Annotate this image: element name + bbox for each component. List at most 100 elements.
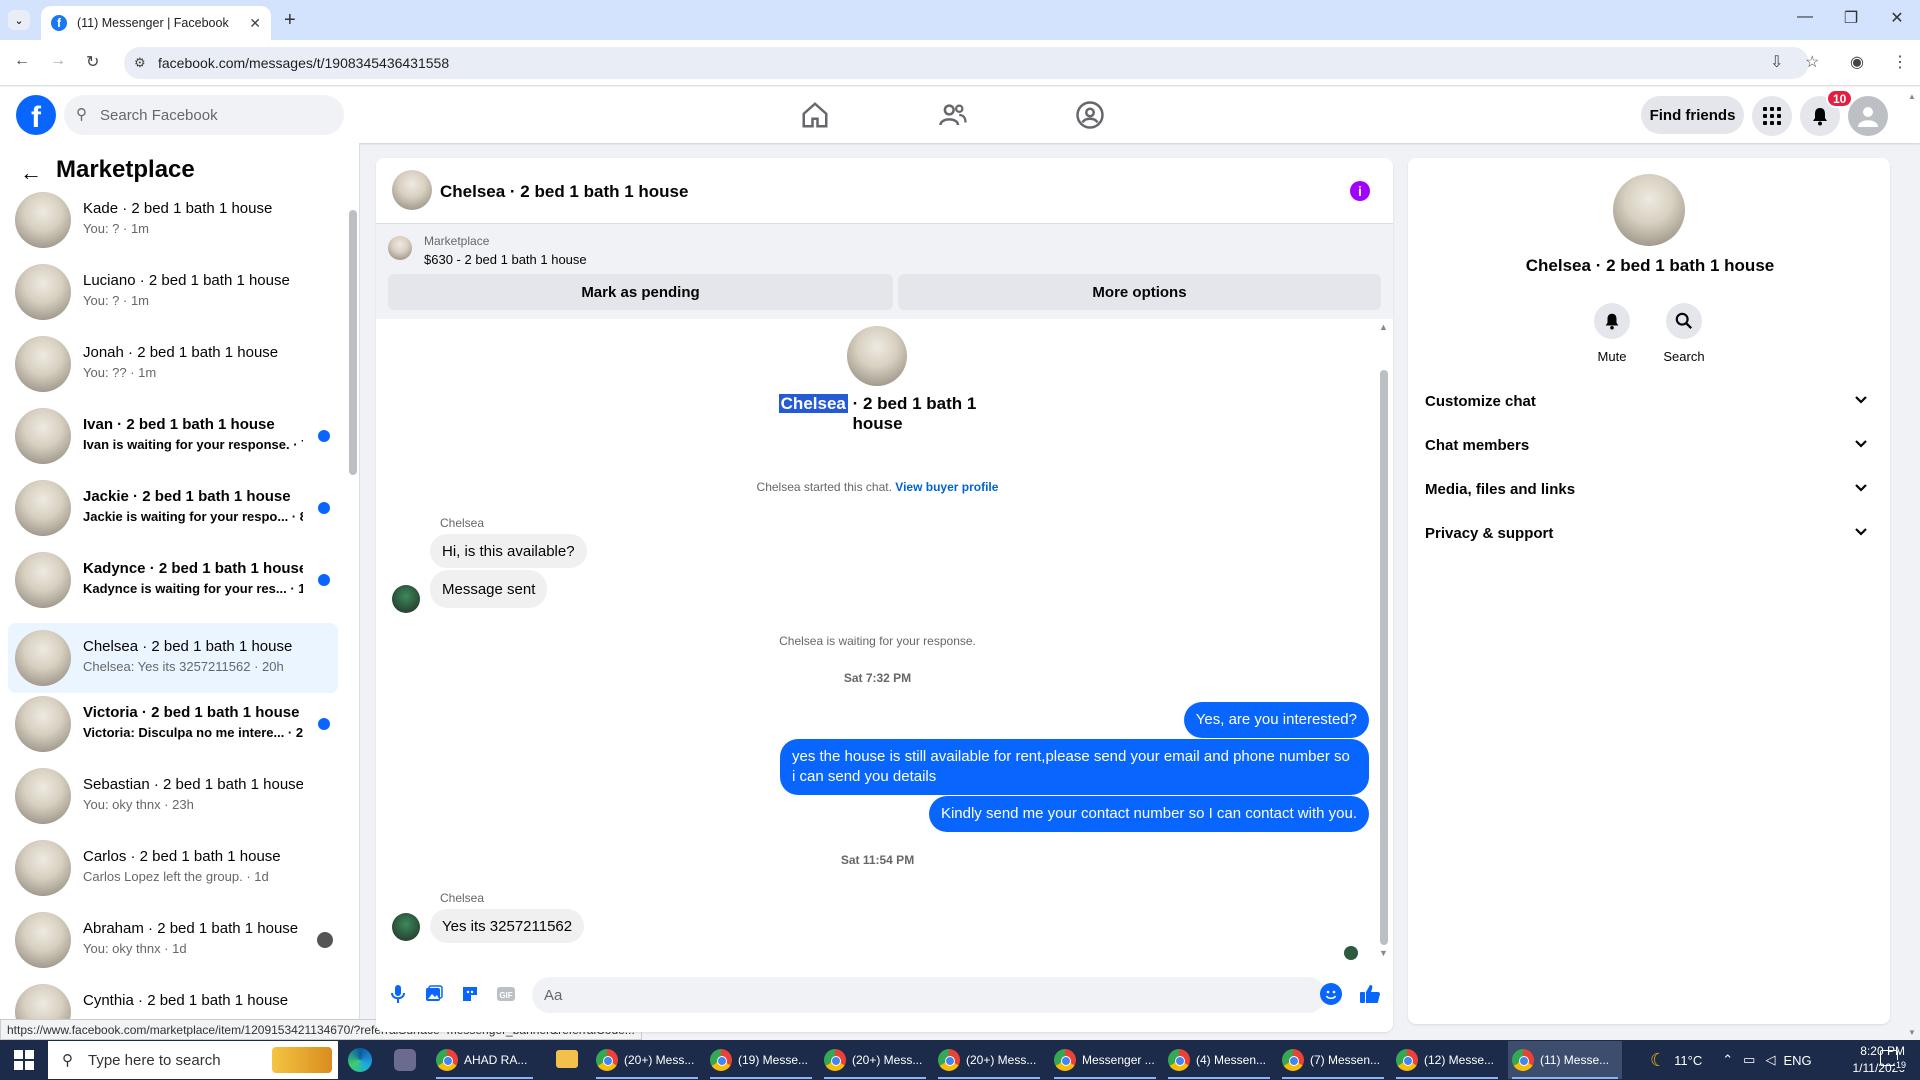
taskbar-app[interactable]: (20+) Mess... bbox=[820, 1041, 930, 1079]
conversation-item[interactable]: Ivan · 2 bed 1 bath 1 house Ivan is waiti… bbox=[8, 401, 338, 471]
sidebar-scrollbar[interactable] bbox=[349, 210, 357, 475]
message-bubble-outgoing[interactable]: yes the house is still available for ren… bbox=[780, 739, 1369, 795]
emoji-icon[interactable] bbox=[1320, 983, 1342, 1005]
sticker-icon[interactable] bbox=[459, 983, 481, 1005]
chat-header-avatar[interactable] bbox=[392, 170, 432, 210]
site-info-icon[interactable]: ⚙ bbox=[134, 55, 146, 71]
conversation-preview: You: oky thnx · 1d bbox=[83, 941, 187, 956]
conversation-item[interactable]: Victoria · 2 bed 1 bath 1 house Victoria:… bbox=[8, 689, 338, 759]
conversation-item[interactable]: Luciano · 2 bed 1 bath 1 house You: ? · 1… bbox=[8, 257, 338, 327]
back-arrow-icon[interactable]: ← bbox=[20, 160, 42, 186]
conversation-preview: Victoria: Disculpa no me intere... · 21h bbox=[83, 725, 303, 740]
taskbar-app[interactable]: (4) Messen... bbox=[1164, 1041, 1274, 1079]
mute-action[interactable]: Mute bbox=[1582, 303, 1642, 364]
chat-scrollbar[interactable] bbox=[1380, 370, 1388, 945]
windows-start-icon[interactable] bbox=[14, 1050, 34, 1070]
customize-chat-section[interactable]: Customize chat bbox=[1425, 383, 1880, 419]
message-bubble-incoming[interactable]: Message sent bbox=[430, 570, 548, 608]
forward-icon[interactable]: → bbox=[50, 52, 66, 70]
taskbar-app-label: (12) Messe... bbox=[1424, 1053, 1495, 1067]
conversation-name: Abraham · 2 bed 1 bath 1 house bbox=[83, 920, 299, 937]
taskbar-app[interactable]: (12) Messe... bbox=[1392, 1041, 1502, 1079]
network-icon[interactable]: ▭ bbox=[1743, 1052, 1755, 1068]
close-tab-icon[interactable]: ✕ bbox=[249, 15, 261, 32]
conversation-item[interactable]: Carlos · 2 bed 1 bath 1 house Carlos Lope… bbox=[8, 833, 338, 903]
volume-icon[interactable]: ◁ bbox=[1765, 1052, 1775, 1068]
tab-search-button[interactable]: ⌄ bbox=[8, 10, 30, 30]
taskbar-app-active[interactable]: (11) Messe... bbox=[1508, 1041, 1622, 1079]
file-explorer-icon[interactable] bbox=[556, 1050, 578, 1068]
menu-grid-button[interactable] bbox=[1752, 96, 1792, 136]
new-tab-button[interactable]: + bbox=[284, 9, 296, 32]
more-options-button[interactable]: More options bbox=[898, 274, 1381, 310]
taskbar-app[interactable]: AHAD RA... bbox=[432, 1041, 537, 1079]
chat-members-section[interactable]: Chat members bbox=[1425, 427, 1880, 463]
bookmark-star-icon[interactable]: ☆ bbox=[1805, 52, 1819, 72]
minimize-button[interactable]: — bbox=[1785, 8, 1825, 26]
account-avatar[interactable] bbox=[1848, 96, 1888, 136]
taskbar-app[interactable]: (19) Messe... bbox=[706, 1041, 816, 1079]
taskbar-app[interactable]: (7) Messen... bbox=[1278, 1041, 1388, 1079]
scroll-up-icon[interactable]: ▲ bbox=[1379, 322, 1388, 332]
message-bubble-incoming[interactable]: Hi, is this available? bbox=[430, 534, 587, 568]
photo-icon[interactable] bbox=[423, 983, 445, 1005]
gif-icon[interactable]: GIF bbox=[495, 983, 517, 1005]
taskbar-app-label: (19) Messe... bbox=[738, 1053, 809, 1067]
chat-header-title[interactable]: Chelsea · 2 bed 1 bath 1 house bbox=[440, 182, 688, 202]
page-scroll-down-icon[interactable]: ▼ bbox=[1908, 1028, 1916, 1037]
reload-icon[interactable]: ↻ bbox=[86, 52, 99, 72]
find-friends-button[interactable]: Find friends bbox=[1641, 96, 1744, 134]
conversation-item[interactable]: Jackie · 2 bed 1 bath 1 house Jackie is w… bbox=[8, 473, 338, 543]
profile-icon[interactable]: ◉ bbox=[1850, 52, 1864, 72]
friends-icon[interactable] bbox=[938, 100, 968, 130]
close-window-button[interactable]: ✕ bbox=[1877, 8, 1917, 28]
listing-thumbnail[interactable] bbox=[388, 236, 412, 260]
taskbar-app[interactable]: Messenger ... bbox=[1050, 1041, 1160, 1079]
media-files-links-section[interactable]: Media, files and links bbox=[1425, 471, 1880, 507]
view-buyer-profile-link[interactable]: View buyer profile bbox=[895, 480, 998, 494]
scroll-down-icon[interactable]: ▼ bbox=[1379, 948, 1388, 958]
conversation-item[interactable]: Kadynce · 2 bed 1 bath 1 house Kadynce is… bbox=[8, 545, 338, 615]
browser-tab-active[interactable]: f (11) Messenger | Facebook ✕ bbox=[41, 6, 271, 40]
like-thumb-icon[interactable] bbox=[1359, 983, 1381, 1005]
message-bubble-outgoing[interactable]: Yes, are you interested? bbox=[1183, 702, 1369, 738]
conversation-item[interactable]: Jonah · 2 bed 1 bath 1 house You: ?? · 1m bbox=[8, 329, 338, 399]
weather-moon-icon[interactable]: ☾ bbox=[1650, 1050, 1666, 1071]
chevron-up-icon[interactable]: ⌃ bbox=[1722, 1052, 1733, 1068]
message-input-placeholder: Aa bbox=[544, 986, 563, 1004]
details-avatar[interactable] bbox=[1613, 174, 1685, 246]
sender-avatar[interactable] bbox=[392, 913, 420, 941]
conversation-item-active[interactable]: Chelsea · 2 bed 1 bath 1 house Chelsea: Y… bbox=[8, 623, 338, 693]
taskbar-app[interactable]: (20+) Mess... bbox=[592, 1041, 702, 1079]
back-icon[interactable]: ← bbox=[14, 52, 30, 70]
microphone-icon[interactable] bbox=[387, 983, 409, 1005]
privacy-support-section[interactable]: Privacy & support bbox=[1425, 515, 1880, 551]
groups-icon[interactable] bbox=[1075, 100, 1105, 130]
message-bubble-incoming[interactable]: Yes its 3257211562 bbox=[430, 909, 585, 943]
install-app-icon[interactable]: ⇩ bbox=[1770, 52, 1783, 72]
edge-icon[interactable] bbox=[348, 1048, 372, 1072]
listing-price-title[interactable]: $630 - 2 bed 1 bath 1 house bbox=[424, 252, 587, 267]
conversation-item[interactable]: Kade · 2 bed 1 bath 1 house You: ? · 1m bbox=[8, 185, 338, 255]
mark-as-pending-button[interactable]: Mark as pending bbox=[388, 274, 893, 310]
taskbar-search-input[interactable]: ⚲ Type here to search bbox=[48, 1041, 338, 1079]
browser-menu-icon[interactable]: ⋮ bbox=[1892, 52, 1908, 72]
facebook-search-input[interactable]: ⚲ Search Facebook bbox=[64, 95, 344, 135]
restore-button[interactable]: ❐ bbox=[1831, 8, 1871, 28]
chat-intro-avatar[interactable] bbox=[847, 326, 907, 386]
taskbar-app[interactable]: (20+) Mess... bbox=[934, 1041, 1044, 1079]
message-input[interactable]: Aa bbox=[532, 977, 1326, 1013]
app-icon[interactable] bbox=[394, 1049, 416, 1071]
message-bubble-outgoing[interactable]: Kindly send me your contact number so I … bbox=[928, 796, 1369, 832]
conversation-item[interactable]: Sebastian · 2 bed 1 bath 1 house You: oky… bbox=[8, 761, 338, 831]
page-scrollbar[interactable]: ▲ bbox=[1908, 92, 1916, 101]
url-input[interactable]: ⚙ facebook.com/messages/t/19083454364315… bbox=[124, 47, 1809, 79]
language[interactable]: ENG bbox=[1783, 1053, 1811, 1068]
facebook-logo[interactable]: f bbox=[16, 95, 56, 135]
sender-avatar[interactable] bbox=[392, 585, 420, 613]
conversation-item[interactable]: Abraham · 2 bed 1 bath 1 house You: oky t… bbox=[8, 905, 338, 975]
search-action[interactable]: Search bbox=[1654, 303, 1714, 364]
temperature[interactable]: 11°C bbox=[1674, 1053, 1702, 1068]
info-icon[interactable]: i bbox=[1350, 181, 1370, 201]
home-icon[interactable] bbox=[800, 100, 830, 130]
